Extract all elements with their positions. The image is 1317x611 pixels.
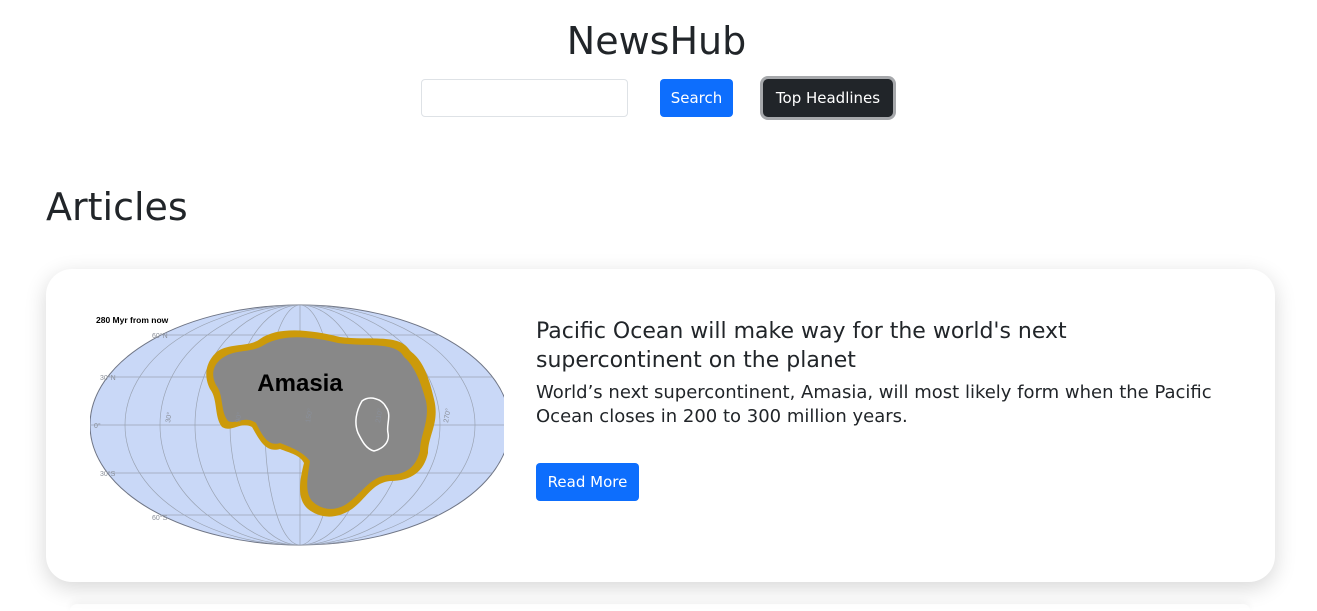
map-caption: 280 Myr from now [96,315,169,325]
article-description: World’s next supercontinent, Amasia, wil… [536,382,1212,427]
search-input[interactable] [421,79,628,117]
article-card: Amasia 280 Myr from now 60°N 30°N 0° 30°… [46,269,1275,582]
search-button[interactable]: Search [660,79,733,117]
lat-label: 60°N [152,332,168,340]
search-bar: Search Top Headlines [421,79,895,117]
lat-label: 60°S [152,514,168,522]
article-title: Pacific Ocean will make way for the worl… [536,319,1067,373]
lat-label: 0° [94,422,101,430]
lat-label: 30°N [100,374,116,382]
read-more-button[interactable]: Read More [536,463,639,501]
site-title: NewsHub [566,19,747,63]
lat-label: 30°S [100,470,116,478]
article-body: Pacific Ocean will make way for the worl… [536,317,1236,429]
section-heading: Articles [46,185,188,229]
next-article-card-edge [70,604,1250,611]
map-label: Amasia [257,370,343,397]
amasia-map: Amasia 280 Myr from now 60°N 30°N 0° 30°… [90,304,504,546]
top-headlines-button[interactable]: Top Headlines [763,79,893,117]
article-image[interactable]: Amasia 280 Myr from now 60°N 30°N 0° 30°… [90,303,504,549]
